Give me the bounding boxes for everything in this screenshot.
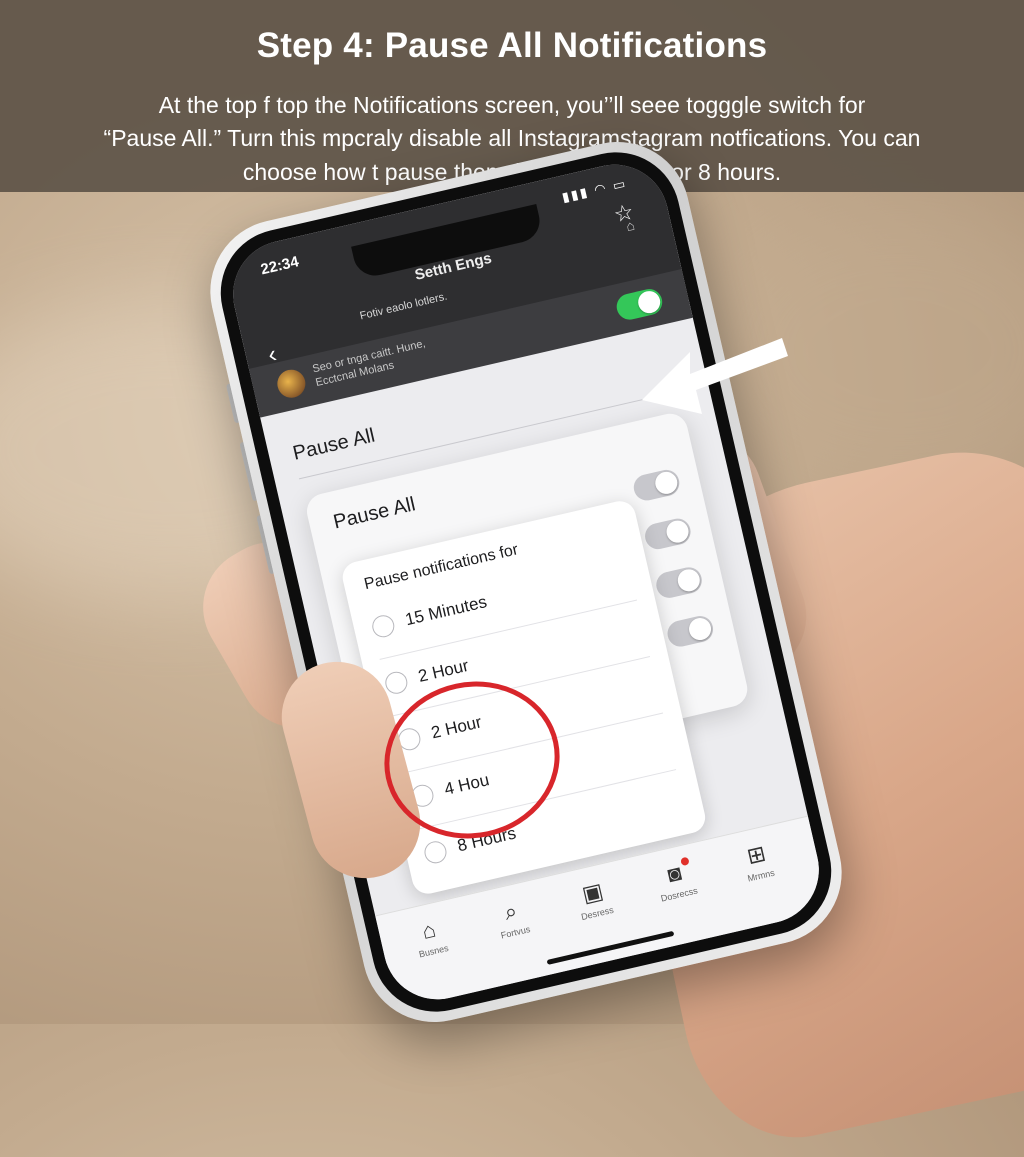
option-toggle[interactable] [664,613,716,650]
signal-icon: ▮▮▮ [560,184,591,205]
option-toggle[interactable] [631,467,682,503]
tab-search[interactable]: ⌕ Fortvus [474,892,551,945]
arrow-icon [642,338,788,414]
toggle-knob [664,518,691,545]
toggle-knob [686,615,714,643]
option-label: 15 Minutes [403,592,489,630]
toggle-knob [636,288,663,316]
radio-icon [370,613,397,640]
wifi-icon: ◠ [592,179,610,198]
option-toggle[interactable] [642,516,694,552]
option-15-minutes[interactable]: 15 Minutes [370,592,489,640]
option-label: 2 Hour [416,655,471,686]
toggle-knob [675,567,702,594]
description-line: At the top f top the Notifications scree… [158,92,866,118]
step-title: Step 4: Pause All Notifications [256,26,768,65]
tab-add[interactable]: ⊞ Mrmns [720,836,797,889]
tab-square[interactable]: ▣ Desress [556,873,633,926]
radio-icon [422,839,449,866]
pause-all-toggle[interactable] [614,286,665,323]
card-title: Pause All [331,493,418,534]
status-time: 22:34 [259,253,301,279]
avatar [274,366,309,401]
pause-all-label: Pause All [290,424,377,465]
header-subtext: Fotiv eaolo lotlers. [358,290,449,323]
battery-icon: ▭ [611,175,629,194]
option-toggle[interactable] [653,564,705,601]
tab-camera[interactable]: ◙ Dosrecss [638,855,715,908]
radio-icon [383,669,410,696]
tab-home[interactable]: ⌂ Busnes [392,911,469,964]
instruction-banner: Step 4: Pause All Notifications At the t… [0,0,1024,192]
description-line: “Pause All.” Turn this mpcraly disable a… [103,125,921,152]
toggle-knob [653,469,680,497]
